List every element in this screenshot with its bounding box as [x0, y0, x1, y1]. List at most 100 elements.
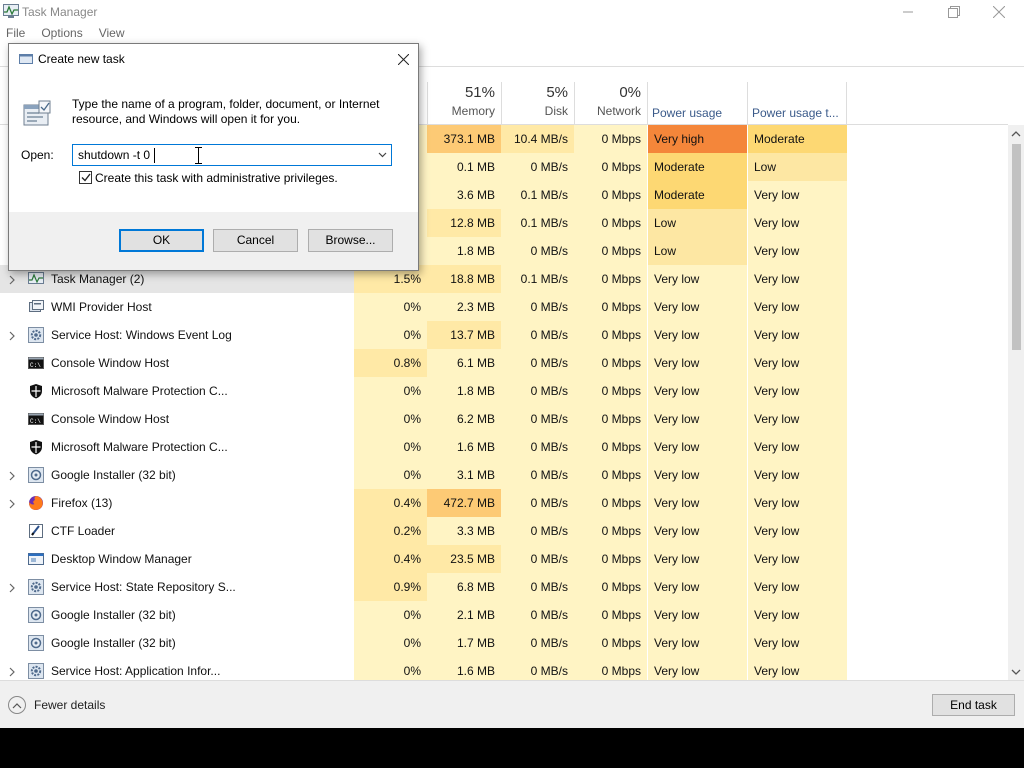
chevron-up-icon: [8, 696, 26, 714]
process-name: Microsoft Malware Protection C...: [51, 384, 228, 398]
chevron-right-icon[interactable]: [8, 582, 16, 593]
process-name: Console Window Host: [51, 412, 170, 426]
network-column-label: Network: [596, 104, 641, 118]
column-memory[interactable]: 51% Memory: [427, 82, 501, 124]
cell-memory: 472.7 MB: [427, 489, 501, 517]
ok-button[interactable]: OK: [119, 229, 204, 252]
admin-privileges-checkbox[interactable]: [79, 171, 92, 184]
cell-disk: 0.1 MB/s: [501, 265, 574, 293]
run-program-icon: [23, 100, 51, 126]
cell-disk: 10.4 MB/s: [501, 125, 574, 153]
task-manager-icon: [3, 4, 19, 18]
disk-usage-total: 5%: [546, 84, 568, 101]
scrollbar-thumb[interactable]: [1012, 144, 1021, 350]
browse-button[interactable]: Browse...: [308, 229, 393, 252]
chevron-right-icon[interactable]: [8, 666, 16, 677]
process-row[interactable]: C:\ Console Window Host 0.8% 6.1 MB 0 MB/s 0 …: [0, 349, 847, 377]
cell-power-trend: Very low: [747, 349, 847, 377]
cell-network: 0 Mbps: [574, 433, 647, 461]
process-name: CTF Loader: [51, 524, 116, 538]
process-row[interactable]: Google Installer (32 bit) 0% 2.1 MB 0 MB/s 0…: [0, 601, 847, 629]
open-command-input[interactable]: shutdown -t 0: [72, 144, 392, 166]
cell-disk: 0 MB/s: [501, 461, 574, 489]
cell-cpu: 0%: [354, 377, 427, 405]
create-new-task-dialog: Create new task Type the name of a progr…: [8, 43, 419, 271]
cell-power-trend: Very low: [747, 433, 847, 461]
console-icon: C:\: [28, 411, 44, 427]
menu-options[interactable]: Options: [33, 24, 90, 42]
cell-power: Very low: [647, 573, 747, 601]
scroll-up-icon[interactable]: [1011, 130, 1021, 137]
process-row[interactable]: Desktop Window Manager 0.4% 23.5 MB 0 MB/s 0…: [0, 545, 847, 573]
cell-network: 0 Mbps: [574, 181, 647, 209]
cell-memory: 2.1 MB: [427, 601, 501, 629]
chevron-right-icon[interactable]: [8, 498, 16, 509]
cell-power: Very low: [647, 405, 747, 433]
column-power-usage-trend[interactable]: Power usage t...: [747, 82, 847, 124]
cell-power-trend: Low: [747, 153, 847, 181]
footer-bar: Fewer details End task: [0, 680, 1024, 728]
process-name: Microsoft Malware Protection C...: [51, 440, 228, 454]
cell-memory: 13.7 MB: [427, 321, 501, 349]
chevron-right-icon[interactable]: [8, 470, 16, 481]
process-row[interactable]: Firefox (13) 0.4% 472.7 MB 0 MB/s 0 Mbps Very…: [0, 489, 847, 517]
cell-disk: 0 MB/s: [501, 237, 574, 265]
cell-power-trend: Very low: [747, 545, 847, 573]
cell-cpu: 0%: [354, 433, 427, 461]
cell-memory: 1.8 MB: [427, 237, 501, 265]
vertical-scrollbar[interactable]: [1008, 125, 1024, 680]
process-row[interactable]: Microsoft Malware Protection C... 0% 1.8 M…: [0, 377, 847, 405]
cell-memory: 3.3 MB: [427, 517, 501, 545]
column-network[interactable]: 0% Network: [574, 82, 647, 124]
dialog-close-button[interactable]: [392, 49, 414, 69]
dialog-button-bar: OK Cancel Browse...: [9, 212, 418, 270]
chevron-right-icon[interactable]: [8, 274, 16, 285]
cell-cpu: 0.4%: [354, 489, 427, 517]
open-dropdown-button[interactable]: [373, 145, 391, 165]
close-button[interactable]: [976, 0, 1022, 24]
process-row[interactable]: WMI Provider Host 0% 2.3 MB 0 MB/s 0 Mbps Ver…: [0, 293, 847, 321]
cell-power: Very low: [647, 461, 747, 489]
scroll-down-icon[interactable]: [1011, 669, 1021, 676]
cell-network: 0 Mbps: [574, 601, 647, 629]
process-row[interactable]: Microsoft Malware Protection C... 0% 1.6 M…: [0, 433, 847, 461]
cell-network: 0 Mbps: [574, 629, 647, 657]
process-row[interactable]: Google Installer (32 bit) 0% 1.7 MB 0 MB/s 0…: [0, 629, 847, 657]
installer-icon: [28, 607, 44, 623]
text-caret: [154, 148, 155, 163]
process-row[interactable]: Service Host: Windows Event Log 0% 13.7 MB…: [0, 321, 847, 349]
cell-power: Low: [647, 209, 747, 237]
process-name: Google Installer (32 bit): [51, 636, 176, 650]
cell-memory: 12.8 MB: [427, 209, 501, 237]
cancel-button[interactable]: Cancel: [213, 229, 298, 252]
cell-cpu: 0%: [354, 629, 427, 657]
end-task-button[interactable]: End task: [932, 694, 1015, 716]
svg-text:C:\: C:\: [30, 362, 41, 369]
chevron-right-icon[interactable]: [8, 330, 16, 341]
cell-memory: 6.1 MB: [427, 349, 501, 377]
process-row[interactable]: Google Installer (32 bit) 0% 3.1 MB 0 MB/s 0…: [0, 461, 847, 489]
process-row[interactable]: CTF Loader 0.2% 3.3 MB 0 MB/s 0 Mbps Very low…: [0, 517, 847, 545]
cell-power: Moderate: [647, 181, 747, 209]
menu-view[interactable]: View: [91, 24, 133, 42]
process-row[interactable]: C:\ Console Window Host 0% 6.2 MB 0 MB/s 0 Mb…: [0, 405, 847, 433]
cell-memory: 2.3 MB: [427, 293, 501, 321]
process-name: Service Host: State Repository S...: [51, 580, 236, 594]
menu-file[interactable]: File: [0, 24, 33, 42]
dialog-description: Type the name of a program, folder, docu…: [72, 97, 380, 126]
cell-cpu: 0%: [354, 321, 427, 349]
cell-memory: 6.2 MB: [427, 405, 501, 433]
close-icon: [397, 53, 409, 65]
cell-power: Very low: [647, 517, 747, 545]
fewer-details-button[interactable]: Fewer details: [8, 696, 105, 714]
minimize-button[interactable]: [885, 0, 931, 24]
column-disk[interactable]: 5% Disk: [501, 82, 574, 124]
process-row[interactable]: Service Host: State Repository S... 0.9% 6…: [0, 573, 847, 601]
maximize-button[interactable]: [931, 0, 977, 24]
admin-privileges-label[interactable]: Create this task with administrative pri…: [95, 171, 338, 185]
cell-power-trend: Very low: [747, 321, 847, 349]
cell-disk: 0 MB/s: [501, 517, 574, 545]
cell-cpu: 0.4%: [354, 545, 427, 573]
column-power-usage[interactable]: Power usage: [647, 82, 747, 124]
cell-network: 0 Mbps: [574, 517, 647, 545]
